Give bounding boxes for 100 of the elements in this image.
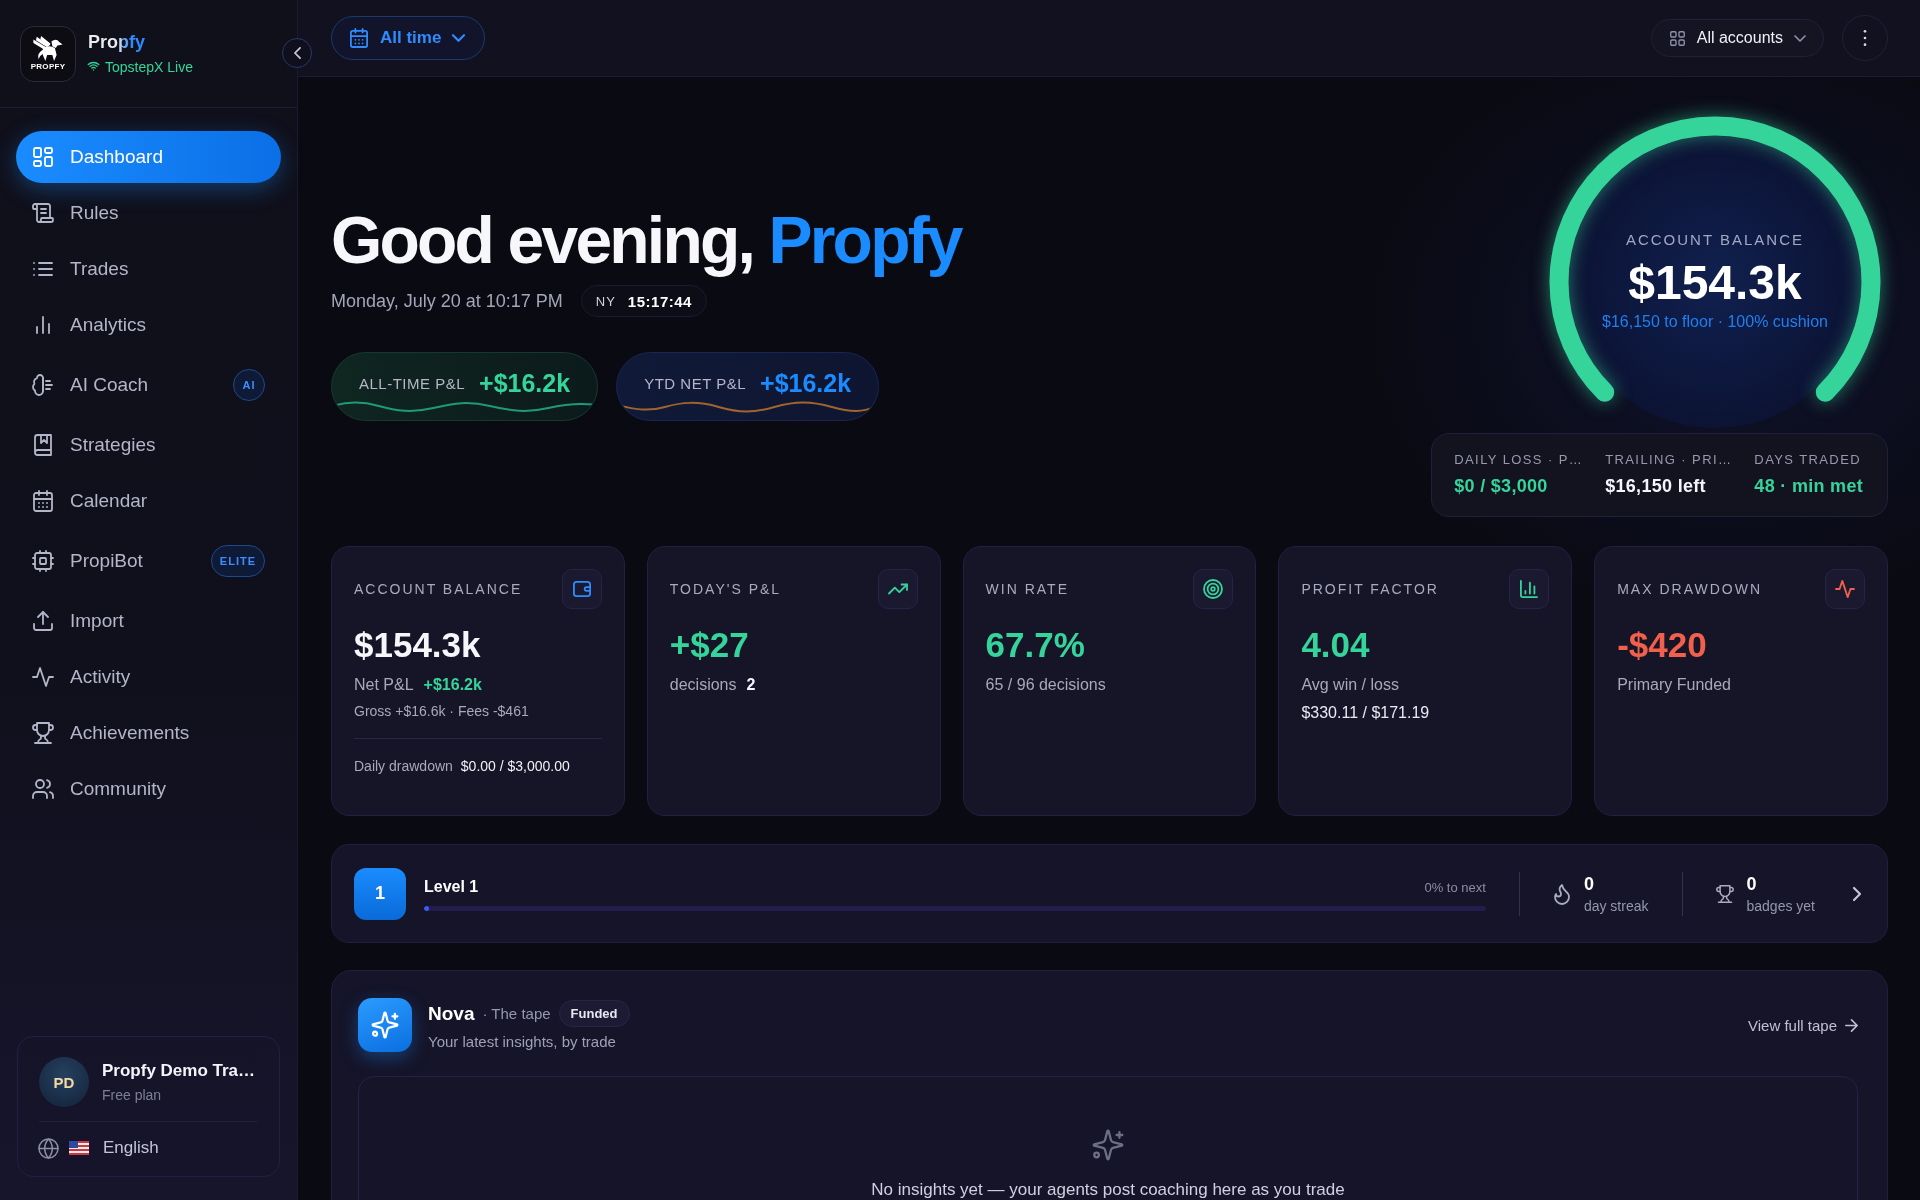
card-label: ACCOUNT BALANCE bbox=[354, 581, 523, 597]
chip-icon bbox=[33, 551, 53, 571]
users-icon bbox=[33, 779, 53, 799]
detail-text: Primary Funded bbox=[1617, 675, 1732, 695]
pnl-value: +$16.2k bbox=[479, 369, 571, 398]
feature-tag: AI bbox=[233, 369, 265, 401]
nav-item[interactable]: Strategies bbox=[16, 419, 281, 471]
griffin-icon bbox=[31, 36, 65, 61]
detail-label: decisions bbox=[669, 675, 737, 695]
sparkles-icon bbox=[358, 998, 412, 1052]
bar-chart-icon bbox=[33, 315, 53, 335]
market-clock: NY 15:17:44 bbox=[580, 285, 707, 317]
upload-icon bbox=[33, 611, 53, 631]
language-selector[interactable]: English bbox=[39, 1136, 159, 1160]
pulse-icon bbox=[1825, 569, 1865, 609]
limit-value: 48 · min met bbox=[1754, 475, 1863, 498]
detail-note: Gross +$16.6k · Fees -$461 bbox=[354, 702, 530, 721]
detail-value: +$16.2k bbox=[423, 675, 482, 695]
badges-count: 0 bbox=[1746, 872, 1758, 895]
calendar-icon bbox=[350, 29, 368, 47]
globe-icon bbox=[39, 1138, 58, 1158]
chevron-down-icon bbox=[453, 35, 465, 41]
pnl-label: YTD NET P&L bbox=[644, 375, 747, 392]
period-dropdown[interactable]: All time bbox=[331, 16, 486, 60]
empty-message: No insights yet — your agents post coaching here as you trade bbox=[871, 1179, 1345, 1200]
gauge-label: ACCOUNT BALANCE bbox=[1625, 230, 1805, 250]
nav-item[interactable]: Trades bbox=[16, 243, 281, 295]
badges-label: badges yet bbox=[1746, 896, 1815, 915]
footer-label: Daily drawdown bbox=[354, 757, 453, 776]
card-value: +$27 bbox=[669, 625, 750, 665]
gauge-value: $154.3k bbox=[1628, 255, 1802, 311]
connection-status: TopstepX Live bbox=[105, 58, 193, 76]
accounts-dropdown[interactable]: All accounts bbox=[1650, 19, 1824, 57]
nav-item[interactable]: PropiBot ELITE bbox=[16, 531, 281, 591]
limit-value: $16,150 left bbox=[1605, 475, 1707, 498]
limit-label: TRAILING · PRI… bbox=[1605, 452, 1733, 468]
card-label: WIN RATE bbox=[985, 581, 1069, 597]
pnl-label: ALL-TIME P&L bbox=[359, 375, 466, 392]
target-icon bbox=[1193, 569, 1234, 609]
detail-text: 65 / 96 decisions bbox=[985, 675, 1107, 695]
view-tape-link[interactable]: View full tape bbox=[1748, 1016, 1858, 1034]
nav-item[interactable]: Calendar bbox=[16, 475, 281, 527]
nav-item[interactable]: Dashboard bbox=[16, 131, 281, 183]
level-number: 1 bbox=[354, 867, 406, 920]
nav-item[interactable]: Analytics bbox=[16, 299, 281, 351]
calendar-icon bbox=[33, 491, 53, 511]
pnl-value: +$16.2k bbox=[760, 369, 852, 398]
more-icon bbox=[1863, 30, 1867, 46]
grid-icon bbox=[1669, 30, 1685, 46]
us-flag-icon bbox=[69, 1141, 89, 1155]
detail-text: Avg win / loss bbox=[1301, 675, 1400, 695]
insights-description: Your latest insights, by trade bbox=[428, 1033, 616, 1050]
limit-label: DAYS TRADED bbox=[1754, 452, 1863, 468]
brain-icon bbox=[33, 375, 53, 395]
nav-item[interactable]: Activity bbox=[16, 651, 281, 703]
agent-name: Nova bbox=[428, 1002, 475, 1025]
nav-item[interactable]: Rules bbox=[16, 187, 281, 239]
footer-value: $0.00 / $3,000.00 bbox=[460, 757, 570, 776]
logo-text: PROPFY bbox=[30, 62, 66, 71]
detail-label: Net P&L bbox=[354, 675, 414, 695]
grid-icon bbox=[33, 147, 53, 167]
level-title: Level 1 bbox=[424, 876, 479, 897]
list-icon bbox=[33, 259, 53, 279]
greeting-heading: Good evening, Propfy bbox=[331, 202, 961, 279]
card-label: TODAY'S P&L bbox=[669, 581, 782, 597]
pulse-icon bbox=[33, 667, 53, 687]
card-value: 4.04 bbox=[1301, 625, 1371, 665]
collapse-button[interactable] bbox=[282, 38, 312, 68]
wifi-icon bbox=[88, 63, 99, 71]
limit-value: $0 / $3,000 bbox=[1454, 475, 1549, 498]
flame-icon bbox=[1552, 883, 1571, 904]
trending-up-icon bbox=[877, 569, 918, 609]
progress-next: 0% to next bbox=[1424, 878, 1486, 897]
level-bar[interactable]: 1 Level 1 0% to next 0 day streak 0 badges yet bbox=[331, 844, 1888, 943]
scroll-icon bbox=[33, 203, 53, 223]
nav-item[interactable]: Import bbox=[16, 595, 281, 647]
card-value: -$420 bbox=[1617, 625, 1708, 665]
agent-subtitle: · The tape bbox=[482, 1005, 551, 1022]
wallet-icon bbox=[561, 569, 602, 609]
nav-item[interactable]: Achievements bbox=[16, 707, 281, 759]
sparkles-icon bbox=[1093, 1130, 1123, 1160]
streak-label: day streak bbox=[1583, 896, 1649, 915]
arrow-right-icon bbox=[1845, 1018, 1858, 1032]
trophy-icon bbox=[33, 723, 53, 743]
nav-item[interactable]: AI Coach AI bbox=[16, 355, 281, 415]
card-label: MAX DRAWDOWN bbox=[1617, 581, 1762, 597]
status-tag: Funded bbox=[558, 1000, 630, 1027]
streak-count: 0 bbox=[1583, 872, 1595, 895]
detail-value: $330.11 / $171.19 bbox=[1301, 703, 1431, 723]
card-label: PROFIT FACTOR bbox=[1301, 581, 1439, 597]
card-value: $154.3k bbox=[354, 625, 482, 665]
card-value: 67.7% bbox=[985, 625, 1086, 665]
limit-label: DAILY LOSS · P… bbox=[1454, 452, 1584, 468]
detail-value: 2 bbox=[746, 675, 756, 695]
bar-chart-icon bbox=[1509, 569, 1550, 609]
user-name: Propfy Demo Tra… bbox=[102, 1060, 256, 1082]
date-text: Monday, July 20 at 10:17 PM bbox=[331, 290, 563, 313]
nav-item[interactable]: Community bbox=[16, 763, 281, 815]
feature-tag: ELITE bbox=[210, 545, 265, 577]
trophy-icon bbox=[1715, 883, 1734, 904]
